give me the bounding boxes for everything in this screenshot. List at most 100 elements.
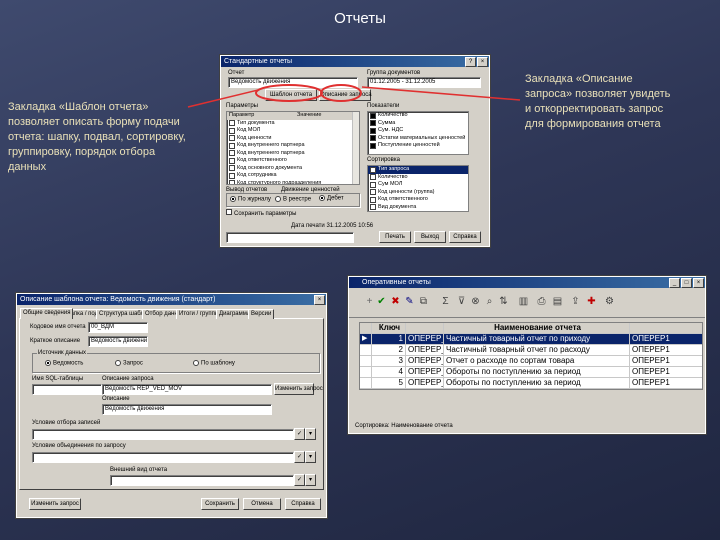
- checkbox[interactable]: [229, 172, 235, 179]
- columns-icon[interactable]: ▥: [518, 296, 529, 307]
- ext-edit-icon[interactable]: ▾: [305, 474, 316, 486]
- find-icon[interactable]: ⌕: [484, 296, 495, 307]
- checkbox[interactable]: [370, 142, 376, 149]
- printer-select[interactable]: [226, 232, 354, 243]
- params-item[interactable]: Код основного документа: [227, 165, 359, 173]
- close-icon[interactable]: ×: [477, 57, 488, 67]
- print-icon[interactable]: ⎙: [536, 296, 547, 307]
- params-item[interactable]: Код внутреннего партнера: [227, 142, 359, 150]
- indicator-item[interactable]: Остатки материальных ценностей: [368, 135, 468, 143]
- checkbox[interactable]: [229, 142, 235, 149]
- table-row[interactable]: 5ОПЕРЕР_Е5Обороты по поступлению за пери…: [360, 378, 702, 389]
- merge-apply-icon[interactable]: ✓: [294, 451, 305, 463]
- sort-item[interactable]: Код ответственного: [368, 196, 468, 204]
- exit-button[interactable]: Выход: [414, 231, 446, 243]
- col-code[interactable]: [406, 323, 444, 333]
- checkbox[interactable]: [229, 150, 235, 157]
- checkbox[interactable]: [370, 112, 376, 119]
- settings-icon[interactable]: ⚙: [604, 296, 615, 307]
- sort-icon[interactable]: ⇅: [498, 296, 509, 307]
- sort-item[interactable]: Вид документа: [368, 204, 468, 212]
- checkbox[interactable]: [370, 120, 376, 127]
- clear-filter-icon[interactable]: ⊗: [470, 296, 481, 307]
- indicators-list[interactable]: Количество Сумма Сум. НДС Остатки материаль…: [367, 111, 469, 155]
- table-row[interactable]: 3ОПЕРЕР_ЕЗОтчет о расходе по сортам това…: [360, 356, 702, 367]
- params-item[interactable]: Код МОЛ: [227, 127, 359, 135]
- checkbox[interactable]: [370, 135, 376, 142]
- source-radio-template[interactable]: По шаблону: [193, 360, 235, 367]
- sql-field[interactable]: [32, 384, 102, 395]
- checkbox[interactable]: [229, 165, 235, 172]
- close-icon[interactable]: ×: [693, 278, 704, 288]
- merge-field[interactable]: [32, 452, 294, 463]
- doc-group-select[interactable]: 01.12.2005 - 31.12.2005: [367, 77, 481, 88]
- source-radio-statement[interactable]: Ведомость: [45, 360, 83, 367]
- checkbox[interactable]: [370, 181, 376, 188]
- save-button[interactable]: Сохранить: [201, 498, 239, 510]
- copy-icon[interactable]: ⧉: [418, 296, 429, 307]
- col-name[interactable]: Наименование отчета: [444, 323, 630, 333]
- checkbox[interactable]: [370, 127, 376, 134]
- report-icon[interactable]: ▤: [552, 296, 563, 307]
- cond-edit-icon[interactable]: ▾: [305, 428, 316, 440]
- params-item[interactable]: Тип документа: [227, 120, 359, 128]
- tab-item[interactable]: Версии: [248, 309, 275, 319]
- output-radio-journal[interactable]: По журналу: [230, 196, 271, 203]
- checkbox[interactable]: [229, 180, 235, 184]
- sort-list[interactable]: Тип запроса Количество Сум МОЛ Код ценности…: [367, 165, 469, 212]
- maximize-icon[interactable]: □: [681, 278, 692, 288]
- change-query-button[interactable]: Изменить запрос: [274, 383, 323, 395]
- table-row[interactable]: 4ОПЕРЕР_14Обороты по поступлению за пери…: [360, 367, 702, 378]
- checkbox[interactable]: [229, 157, 235, 164]
- checkbox[interactable]: [229, 120, 235, 127]
- table-row[interactable]: 2ОПЕРЕР_12Частичный товарный отчет по ра…: [360, 345, 702, 356]
- add-report-icon[interactable]: ✚: [586, 296, 597, 307]
- edit-icon[interactable]: ✎: [404, 296, 415, 307]
- query-tab-button[interactable]: Описание запроса: [319, 89, 372, 101]
- indicator-item[interactable]: Поступление ценностей: [368, 142, 468, 150]
- sort-item[interactable]: Сум МОЛ: [368, 181, 468, 189]
- output-radio-registry[interactable]: В реестре: [275, 196, 311, 203]
- params-item[interactable]: Код сотрудника: [227, 172, 359, 180]
- help-button[interactable]: Справка: [449, 231, 481, 243]
- indicator-item[interactable]: Сум. НДС: [368, 127, 468, 135]
- checkbox[interactable]: [370, 196, 376, 203]
- col-group[interactable]: [630, 323, 702, 333]
- params-scrollbar[interactable]: [352, 112, 359, 184]
- merge-edit-icon[interactable]: ▾: [305, 451, 316, 463]
- print-button[interactable]: Печать: [379, 231, 411, 243]
- filter-icon[interactable]: ⊽: [456, 296, 467, 307]
- help-button[interactable]: Справка: [285, 498, 321, 510]
- sum-icon[interactable]: Σ: [440, 296, 451, 307]
- checkbox[interactable]: [370, 204, 376, 211]
- minimize-icon[interactable]: _: [669, 278, 680, 288]
- cancel-button[interactable]: Отмена: [243, 498, 281, 510]
- sort-item[interactable]: Тип запроса: [368, 166, 468, 174]
- params-item[interactable]: Код внутреннего партнера: [227, 150, 359, 158]
- checkbox[interactable]: [229, 135, 235, 142]
- params-item[interactable]: Код структурного подразделения: [227, 180, 359, 184]
- confirm-icon[interactable]: ✔: [376, 296, 387, 307]
- indicator-item[interactable]: Количество: [368, 112, 468, 120]
- report-select[interactable]: Ведомость движения: [228, 77, 358, 88]
- params-item[interactable]: Код ответственного: [227, 157, 359, 165]
- template-tab-button[interactable]: Шаблон отчета: [265, 89, 317, 101]
- params-list[interactable]: Параметр Значение Тип документа Код МОЛ Код…: [226, 111, 360, 185]
- checkbox[interactable]: [370, 166, 376, 173]
- checkbox[interactable]: [370, 174, 376, 181]
- code-field[interactable]: 00_ВДМ: [88, 322, 148, 333]
- cond-apply-icon[interactable]: ✓: [294, 428, 305, 440]
- table-row[interactable]: ▶1ОПЕРЕР_ПЧастичный товарный отчет по пр…: [360, 334, 702, 345]
- save-params-checkbox[interactable]: Сохранить параметры: [226, 209, 296, 217]
- query-field[interactable]: Ведомость REP_VED_MOV: [102, 384, 272, 395]
- checkbox[interactable]: [370, 189, 376, 196]
- ext-apply-icon[interactable]: ✓: [294, 474, 305, 486]
- source-radio-query[interactable]: Запрос: [115, 360, 143, 367]
- sort-item[interactable]: Количество: [368, 174, 468, 182]
- checkbox[interactable]: [229, 127, 235, 134]
- delete-icon[interactable]: ✖: [390, 296, 401, 307]
- close-icon[interactable]: ×: [314, 295, 325, 305]
- params-item[interactable]: Код ценности: [227, 135, 359, 143]
- ext-field[interactable]: [110, 475, 294, 486]
- tab-item[interactable]: Общие сведения: [20, 308, 74, 319]
